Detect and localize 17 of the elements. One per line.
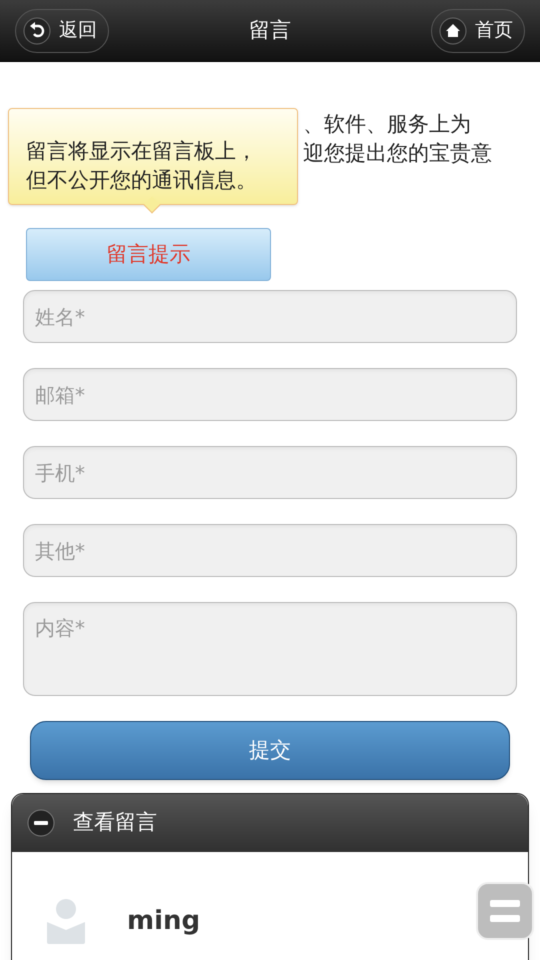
intro-text: 迎您提出您的宝贵意 — [303, 140, 492, 167]
text-field[interactable]: 其他* — [23, 524, 517, 577]
user-avatar-icon — [47, 898, 87, 944]
menu-button[interactable] — [476, 882, 534, 940]
user-name: ming — [127, 904, 200, 938]
intro-text: 、软件、服务上为 — [303, 111, 471, 138]
home-icon — [439, 16, 467, 44]
panel-header[interactable]: 查看留言 — [12, 794, 528, 852]
tooltip: 留言将显示在留言板上， 但不公开您的通讯信息。 — [8, 108, 298, 205]
text-field[interactable]: 手机* — [23, 446, 517, 499]
page-title: 留言 — [249, 16, 291, 44]
text-field[interactable]: 姓名* — [23, 290, 517, 343]
back-button[interactable]: 返回 — [15, 8, 109, 52]
content-field[interactable]: 内容* — [23, 602, 517, 696]
text-field[interactable]: 邮箱* — [23, 368, 517, 421]
submit-button[interactable]: 提交 — [30, 721, 510, 780]
home-button[interactable]: 首页 — [431, 8, 525, 52]
